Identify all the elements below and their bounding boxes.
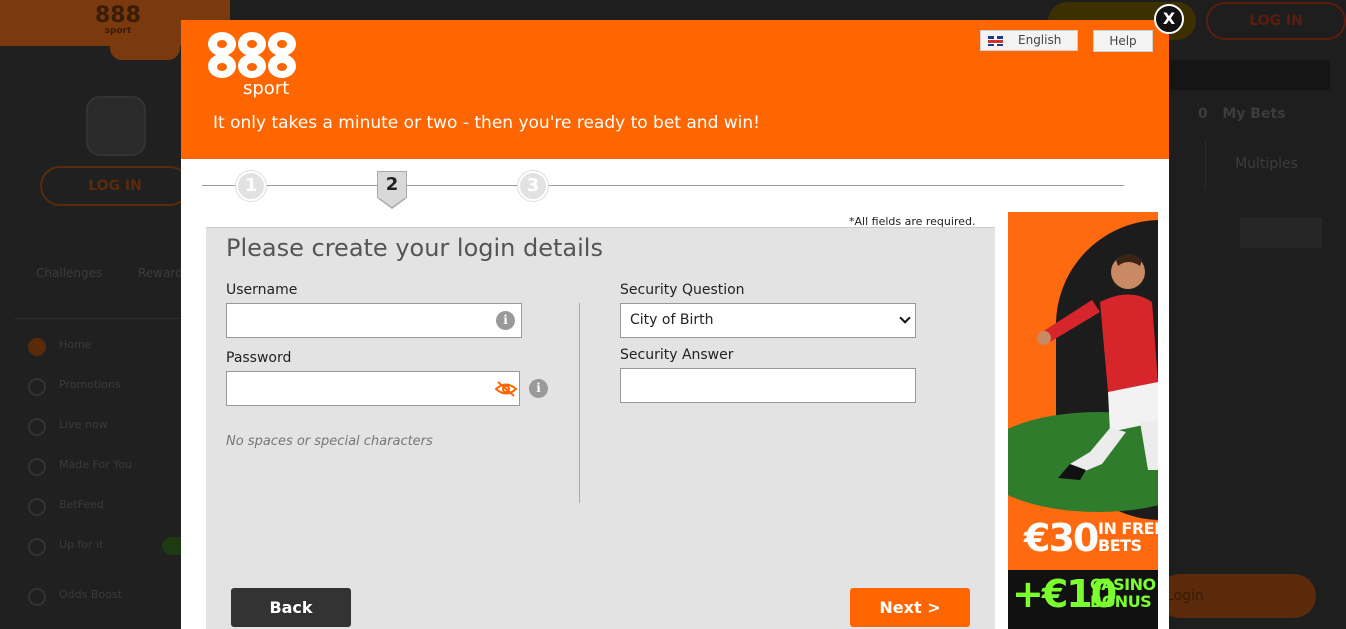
step-1: 1 <box>236 171 266 201</box>
step-3: 3 <box>518 171 548 201</box>
login-details-form: Please create your login details Usernam… <box>206 227 995 629</box>
logo-digit <box>207 32 237 78</box>
promo-casino-bonus: +€10 CASINO BONUS <box>1012 574 1156 614</box>
brand-logo-sub: sport <box>243 78 290 99</box>
registration-modal: X sport It only takes a minute or two - … <box>181 4 1184 629</box>
background-right-box <box>1240 218 1322 248</box>
background-bottom-login-button: Login <box>1158 574 1316 618</box>
password-hint: No spaces or special characters <box>226 434 433 449</box>
step-2-label: 2 <box>377 171 407 198</box>
step-pointer <box>377 197 407 209</box>
background-logo: 888 sport <box>95 3 141 37</box>
background-top-login-button: LOG IN <box>1206 2 1346 40</box>
hide-password-eye-icon[interactable] <box>495 381 517 397</box>
background-right-panel <box>1168 60 1330 90</box>
back-button[interactable]: Back <box>231 588 351 627</box>
help-button[interactable]: Help <box>1093 30 1153 52</box>
promo-free-bets: €30 IN FREE BETS <box>1024 516 1158 560</box>
promo-banner[interactable]: €30 IN FREE BETS +€10 CASINO BONUS <box>1008 212 1158 629</box>
background-multiples-tab: Multiples <box>1205 140 1327 190</box>
security-question-value: City of Birth <box>630 312 714 328</box>
password-label: Password <box>226 350 292 366</box>
header-tagline: It only takes a minute or two - then you… <box>213 113 760 133</box>
username-input[interactable] <box>227 304 521 337</box>
username-label: Username <box>226 282 298 298</box>
form-title: Please create your login details <box>226 234 603 262</box>
username-field[interactable] <box>226 303 522 338</box>
background-my-bets-count: 0 <box>1198 106 1208 122</box>
form-column-divider <box>579 303 580 503</box>
background-my-bets-label: My Bets <box>1222 106 1286 122</box>
background-my-bets: 0 My Bets <box>1198 106 1286 122</box>
background-login-button: LOG IN <box>40 166 190 206</box>
security-question-label: Security Question <box>620 282 745 298</box>
promo-free-bets-text: IN FREE BETS <box>1098 519 1158 555</box>
background-logo-digits: 888 <box>95 3 141 28</box>
step-2-active: 2 <box>377 171 407 209</box>
logo-digit <box>237 32 267 78</box>
football-player-illustration <box>1037 254 1158 480</box>
modal-header: sport It only takes a minute or two - th… <box>181 20 1169 159</box>
uk-flag-icon <box>988 36 1003 46</box>
password-info-icon[interactable]: i <box>529 379 548 398</box>
background-avatar <box>86 96 146 156</box>
background-logo-notch <box>110 40 180 60</box>
brand-logo-digits <box>207 32 297 78</box>
password-input[interactable] <box>227 372 519 405</box>
promo-casino-text: CASINO BONUS <box>1090 575 1156 611</box>
progress-stepper: 1 2 3 <box>202 171 1124 211</box>
language-label: English <box>1018 33 1062 47</box>
security-answer-input[interactable] <box>621 369 915 402</box>
language-button[interactable]: English <box>980 30 1078 51</box>
next-button[interactable]: Next > <box>850 588 970 627</box>
security-answer-field[interactable] <box>620 368 916 403</box>
stepper-line <box>202 185 1124 186</box>
logo-digit <box>267 32 297 78</box>
close-button[interactable]: X <box>1154 4 1184 34</box>
brand-logo: sport <box>207 32 297 99</box>
username-info-icon[interactable]: i <box>496 311 515 330</box>
chevron-down-icon <box>899 312 911 324</box>
promo-free-bets-amount: €30 <box>1024 516 1099 560</box>
security-question-select[interactable]: City of Birth <box>620 303 916 338</box>
security-answer-label: Security Answer <box>620 347 734 363</box>
background-challenges-label: Challenges <box>36 266 103 280</box>
password-field[interactable] <box>226 371 520 406</box>
